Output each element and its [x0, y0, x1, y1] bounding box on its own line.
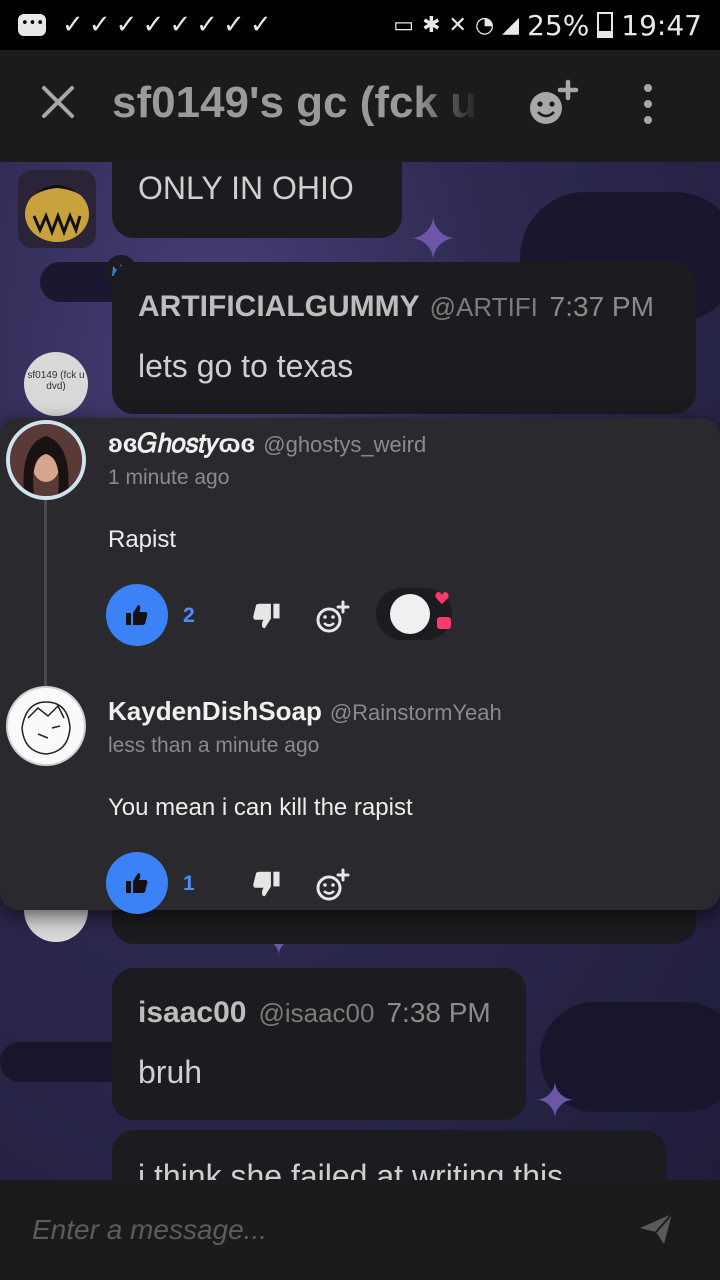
comment-author[interactable]: KaydenDishSoap @RainstormYeah: [108, 696, 502, 727]
like-count: 2: [183, 604, 195, 627]
clock: 19:47: [621, 8, 702, 42]
thumbs-down-icon[interactable]: [250, 868, 282, 900]
comment-author[interactable]: ʚɞ𝐺ℎ𝑜𝑠𝑡𝑦ɷɞ @ghostys_weird: [108, 428, 426, 460]
comment-body: You mean i can kill the rapist: [108, 794, 413, 821]
avatar-image: [25, 185, 89, 242]
chat-title[interactable]: sf0149's gc (fck u dvd): [112, 78, 482, 128]
author-handle: @RainstormYeah: [329, 700, 502, 725]
author-name: KaydenDishSoap: [108, 696, 322, 726]
avatar-image: [21, 701, 71, 755]
add-reaction-icon[interactable]: [314, 600, 350, 636]
heart-icon: [435, 592, 449, 604]
message-bubble[interactable]: i think she failed at writing this: [112, 1130, 666, 1180]
avatar[interactable]: [6, 686, 86, 766]
close-icon[interactable]: [38, 82, 78, 122]
add-member-icon[interactable]: [524, 76, 580, 132]
author-name: ʚɞ𝐺ℎ𝑜𝑠𝑡𝑦ɷɞ: [108, 428, 256, 458]
comment-body: Rapist: [108, 526, 177, 553]
reaction-pill[interactable]: [376, 588, 452, 640]
battery-percent: 25%: [527, 8, 590, 42]
like-button[interactable]: [106, 584, 168, 646]
like-button[interactable]: [106, 852, 168, 914]
bluetooth-icon: ✱: [422, 12, 441, 38]
thumbs-down-icon[interactable]: [250, 600, 282, 632]
messages-icon: [18, 14, 46, 36]
comment-time: less than a minute ago: [108, 734, 320, 757]
sender-handle: @isaac00: [258, 998, 375, 1028]
chat-header: sf0149's gc (fck u dvd): [0, 50, 720, 162]
sparkle-icon: ✦: [408, 205, 459, 275]
thread-panel: ʚɞ𝐺ℎ𝑜𝑠𝑡𝑦ɷɞ @ghostys_weird 1 minute ago Ra…: [0, 418, 720, 914]
avatar-image: [10, 424, 82, 496]
battery-icon: [597, 12, 614, 38]
avatar[interactable]: [6, 420, 86, 500]
avatar[interactable]: [18, 170, 96, 248]
author-handle: @ghostys_weird: [263, 432, 427, 457]
reactor-avatar: [390, 594, 430, 634]
wifi-icon: ◔: [474, 12, 495, 38]
like-count: 1: [183, 872, 195, 895]
message-text: i think she failed at writing this: [138, 1158, 564, 1180]
status-bar: ✓ ✓ ✓ ✓ ✓ ✓ ✓ ✓ ▭ ✱ ✕ ◔ ◢ 25% 19:47: [0, 0, 720, 50]
message-bubble[interactable]: ARTIFICIALGUMMY @ARTIFI 7:37 PM lets go …: [112, 262, 696, 414]
sparkle-icon: ✦: [534, 1072, 576, 1130]
cast-icon: ▭: [393, 12, 415, 38]
message-bubble[interactable]: isaac00 @isaac00 7:38 PM bruh: [112, 968, 526, 1120]
avatar-label: sf0149 (fck u dvd): [27, 370, 85, 392]
message-text: ONLY IN OHIO: [138, 170, 354, 206]
add-reaction-icon[interactable]: [314, 868, 350, 904]
message-text: bruh: [138, 1054, 203, 1090]
thumbs-up-icon: [126, 873, 148, 893]
message-text: lets go to texas: [138, 348, 354, 384]
message-time: 7:37 PM: [549, 291, 654, 322]
avatar[interactable]: sf0149 (fck u dvd): [24, 352, 88, 416]
thumbs-up-icon: [126, 605, 148, 625]
comment-time: 1 minute ago: [108, 466, 230, 489]
message-input[interactable]: [32, 1208, 592, 1252]
message-time: 7:38 PM: [386, 997, 491, 1028]
mute-icon: ✕: [448, 12, 467, 38]
sender-handle: @ARTIFI: [429, 292, 538, 322]
send-icon[interactable]: [636, 1208, 676, 1248]
sender-name[interactable]: ARTIFICIALGUMMY: [138, 290, 420, 324]
message-composer: [0, 1180, 720, 1280]
more-icon[interactable]: [636, 82, 660, 126]
signal-icon: ◢: [502, 12, 520, 38]
chat-bubble-icon: [437, 617, 451, 629]
thread-connector: [44, 498, 47, 698]
sender-name[interactable]: isaac00: [138, 996, 246, 1030]
message-bubble[interactable]: ONLY IN OHIO: [112, 162, 402, 238]
check-marks: ✓ ✓ ✓ ✓ ✓ ✓ ✓ ✓: [62, 10, 272, 40]
